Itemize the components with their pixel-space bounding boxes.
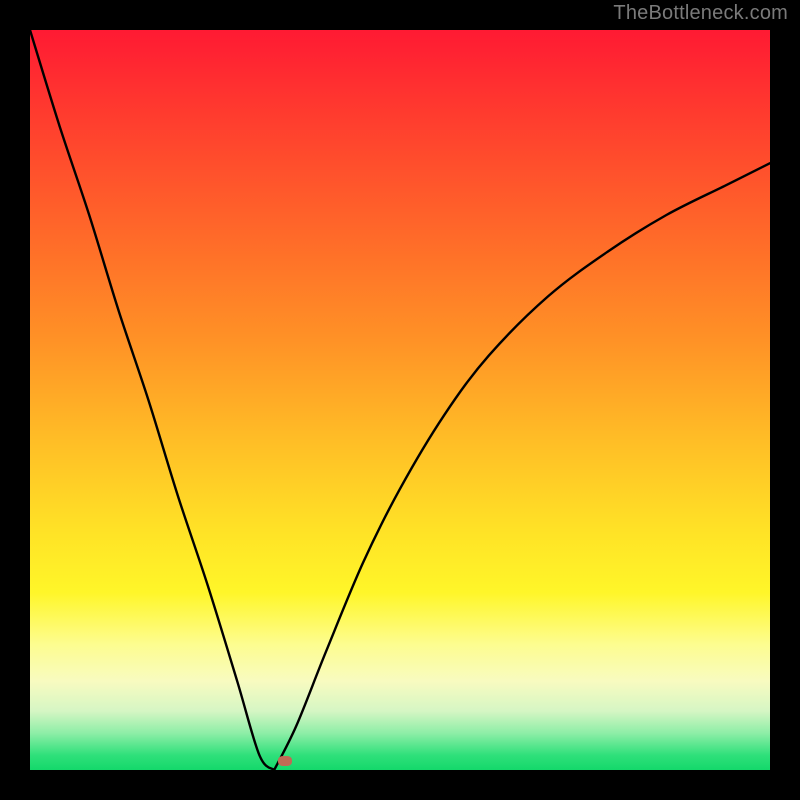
chart-frame: TheBottleneck.com xyxy=(0,0,800,800)
minimum-marker xyxy=(278,756,292,766)
curve-right-branch xyxy=(274,163,770,770)
plot-area xyxy=(30,30,770,770)
watermark-text: TheBottleneck.com xyxy=(613,2,788,25)
curve-layer xyxy=(30,30,770,770)
curve-left-branch xyxy=(30,30,274,770)
